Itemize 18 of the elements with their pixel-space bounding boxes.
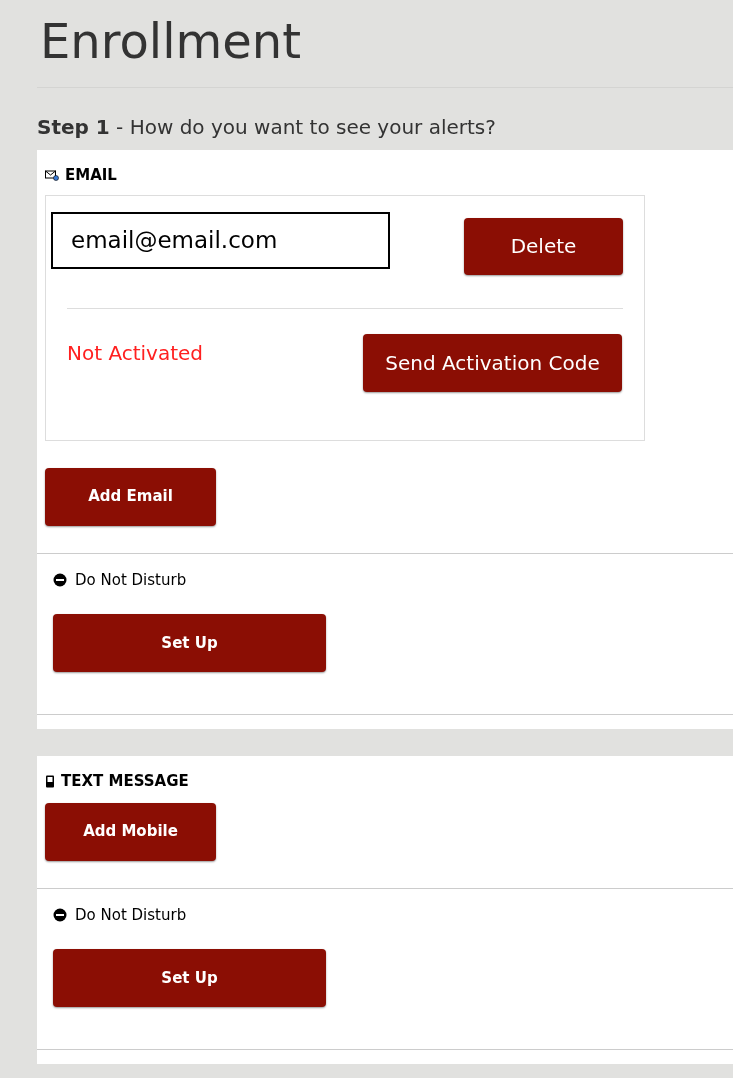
set-up-button[interactable]: Set Up [53, 614, 326, 672]
add-button[interactable]: Add Email [45, 467, 216, 526]
page-title: Enrollment [40, 12, 302, 71]
step-heading: Step 1 - How do you want to see your alerts? [37, 114, 497, 141]
no-entry-icon [53, 572, 67, 587]
email-field[interactable]: email@email.com [51, 211, 390, 269]
phone-icon [45, 774, 55, 788]
do-not-disturb-label: Do Not Disturb [75, 904, 187, 926]
channel-title: EMAIL [65, 165, 117, 186]
delete-button[interactable]: Delete [464, 217, 623, 275]
add-button[interactable]: Add Mobile [45, 802, 216, 861]
send-activation-code-button[interactable]: Send Activation Code [363, 333, 622, 392]
do-not-disturb-label: Do Not Disturb [75, 569, 187, 591]
channel-title: TEXT MESSAGE [61, 771, 189, 792]
envelope-icon [45, 169, 59, 181]
set-up-button[interactable]: Set Up [53, 949, 326, 1007]
activation-status: Not Activated [67, 339, 204, 367]
no-entry-icon [53, 907, 67, 922]
